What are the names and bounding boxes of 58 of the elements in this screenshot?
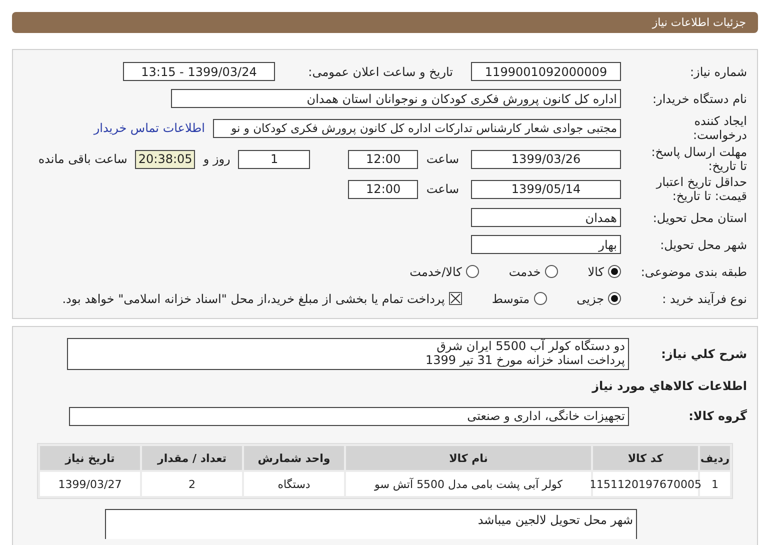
field-label: ایجاد کننده درخواست: [692,114,748,142]
table-cell: 1151120197670005 [593,472,698,496]
field-label: حداقل تاریخ اعتبار قیمت: تا تاریخ: [654,175,748,203]
field-label: شماره نیاز: [689,64,748,78]
page-header: جزئیات اطلاعات نیاز [12,12,758,33]
radio-label: متوسط [492,292,530,306]
radio-label: جزیی [576,292,604,306]
time-label: ساعت [426,152,459,166]
column-header: کد کالا [593,446,698,470]
table-cell: 2 [142,472,242,496]
section-title: اطلاعات کالاهاي مورد نياز [592,379,748,393]
table-cell: کولر آبی پشت بامی مدل 5500 آتش سو [346,472,591,496]
radio-label: خدمت [508,264,541,278]
deadline-time-field: 12:00 [348,150,418,168]
table-cell: 1 [700,472,730,496]
field-label: تاریخ و ساعت اعلان عمومی: [307,64,454,78]
days-label: روز و [203,152,230,166]
requester-field: مجتبی جوادی شعار کارشناس تدارکات اداره کل کانون پرورش فکری کودکان و نو [213,118,621,138]
validity-time-field: 12:00 [348,180,418,198]
radio-button[interactable] [534,292,547,305]
field-label: نوع فرآیند خرید : [661,292,748,306]
radio-button[interactable] [608,292,621,305]
announce-date-field: 1399/03/24 - 13:15 [123,62,275,81]
note-field: شهر محل تحویل لالجین میباشد [105,509,637,539]
goods-group-field: تجهیزات خانگی، اداری و صنعتی [69,406,629,426]
description-field: دو دستگاه کولر آب 5500 ایران شرق پرداخت اسناد خزانه مورخ 31 تیر 1399 [67,338,629,370]
days-field: 1 [238,150,310,168]
need-number-field: 1199001092000009 [471,62,621,81]
field-label: شهر محل تحویل: [659,238,748,252]
radio-button[interactable] [544,265,558,278]
table-cell: دستگاه [244,472,344,496]
buyer-field: اداره کل کانون پرورش فکری کودکان و نوجوانان استان همدان [171,89,621,108]
field-label: گروه کالا: [688,409,748,423]
column-header: تعداد / مقدار [142,446,242,470]
column-header: ردیف [700,446,730,470]
column-header: واحد شمارش [244,446,344,470]
radio-button[interactable] [608,265,621,278]
radio-label: کالا/خدمت [410,264,462,278]
validity-date-field: 1399/05/14 [471,180,621,198]
radio-button[interactable] [466,265,479,278]
field-label: مهلت ارسال پاسخ: تا تاریخ: [650,145,748,173]
city-field: بهار [471,235,621,254]
province-field: همدان [471,208,621,227]
deadline-date-field: 1399/03/26 [471,150,621,168]
table-cell: 1399/03/27 [40,472,140,496]
checkbox[interactable] [448,292,462,305]
column-header: تاریخ نیاز [40,446,140,470]
field-label: استان محل تحویل: [652,210,748,224]
payment-note: پرداخت تمام یا بخشی از مبلغ خرید،از محل "اسناد خزانه اسلامی" خواهد بود. [62,292,445,306]
field-label: نام دستگاه خریدار: [652,92,748,106]
radio-label: کالا [588,264,604,278]
time-label: ساعت [426,182,459,196]
field-label: طبقه بندی موضوعی: [640,264,748,278]
field-label: شرح کلي نياز: [660,347,748,361]
column-header: نام کالا [346,446,591,470]
remaining-label: ساعت باقی مانده [38,152,128,166]
remaining-time-field: 20:38:05 [135,150,196,168]
buyer-contact-link[interactable]: اطلاعات تماس خریدار [94,121,205,135]
